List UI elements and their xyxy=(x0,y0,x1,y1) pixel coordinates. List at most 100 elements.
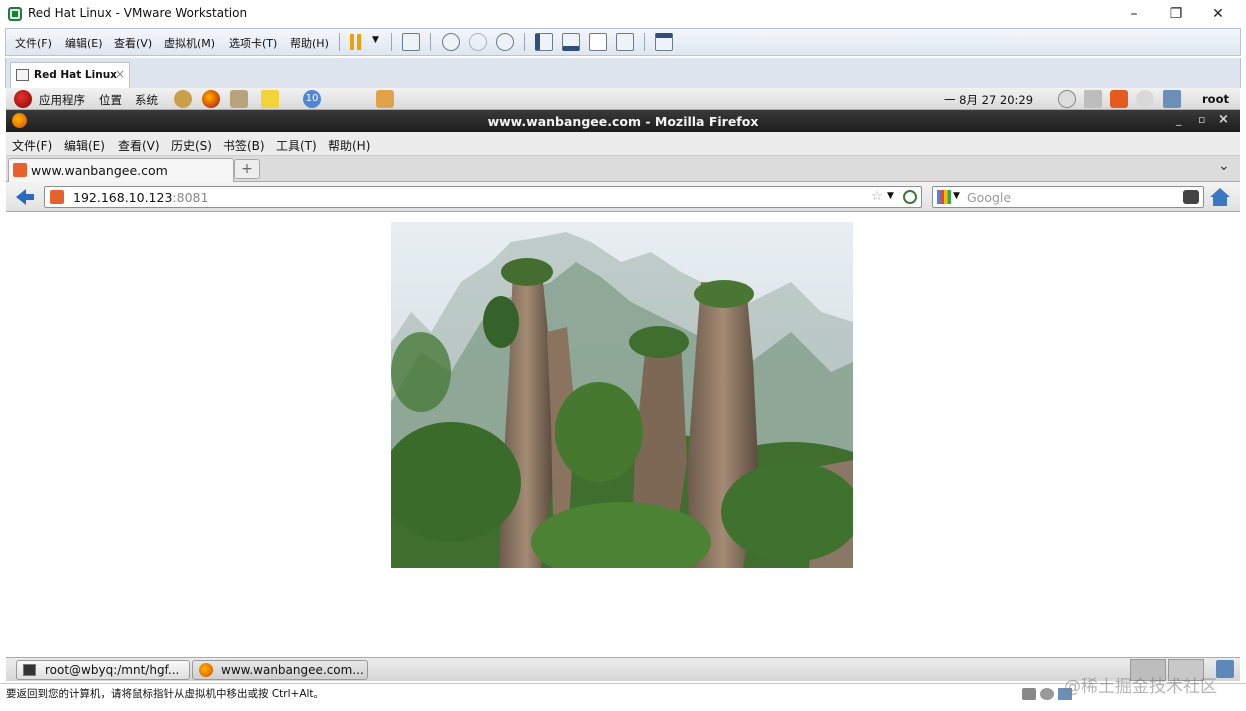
vmware-menubar: 文件(F) 编辑(E) 查看(V) 虚拟机(M) 选项卡(T) 帮助(H) ▼ xyxy=(5,28,1241,56)
power-icon[interactable] xyxy=(1058,90,1076,108)
fullscreen-icon[interactable] xyxy=(589,33,607,51)
ff-menu-file[interactable]: 文件(F) xyxy=(12,137,52,154)
url-bar[interactable]: 192.168.10.123:8081 ☆ ▼ xyxy=(44,186,922,208)
console-view-icon[interactable] xyxy=(655,33,673,51)
redhat-logo-icon xyxy=(14,90,32,108)
url-history-dropdown-icon[interactable]: ▼ xyxy=(887,191,894,201)
pause-dropdown-icon[interactable]: ▼ xyxy=(372,35,379,45)
ff-menu-tools[interactable]: 工具(T) xyxy=(276,137,317,154)
ff-menu-history[interactable]: 历史(S) xyxy=(171,137,212,154)
search-bar[interactable]: ▼ Google xyxy=(932,186,1204,208)
ff-menu-view[interactable]: 查看(V) xyxy=(118,137,160,154)
search-binoculars-icon[interactable] xyxy=(1183,190,1199,204)
gnome-menu-places[interactable]: 位置 xyxy=(99,92,122,108)
vm-menu-edit[interactable]: 编辑(E) xyxy=(65,35,103,51)
toolbar-separator xyxy=(339,33,340,51)
search-engine-dropdown-icon[interactable]: ▼ xyxy=(953,191,960,201)
reload-icon[interactable] xyxy=(903,190,917,204)
mail-launcher-icon[interactable] xyxy=(230,90,248,108)
pause-icon[interactable] xyxy=(357,34,361,50)
firefox-title-bar: www.wanbangee.com - Mozilla Firefox _ ▫ … xyxy=(6,110,1240,132)
ff-maximize-button[interactable]: ▫ xyxy=(1198,113,1205,126)
toolbar-separator xyxy=(430,33,431,51)
url-port: :8081 xyxy=(172,190,209,205)
gnome-top-panel: 应用程序 位置 系统 10 一 8月 27 20:29 root xyxy=(6,88,1240,110)
terminal-icon xyxy=(23,664,36,676)
panel-user[interactable]: root xyxy=(1202,92,1229,106)
ff-menu-help[interactable]: 帮助(H) xyxy=(328,137,370,154)
vm-menu-help[interactable]: 帮助(H) xyxy=(290,35,329,51)
page-content xyxy=(6,213,1240,657)
toolbar-separator xyxy=(524,33,525,51)
cd-device-icon[interactable] xyxy=(1040,688,1054,700)
taskbar-item-label: www.wanbangee.com... xyxy=(221,663,364,677)
minimize-button[interactable]: – xyxy=(1114,2,1154,26)
home-icon[interactable] xyxy=(1209,186,1231,208)
alert-icon[interactable] xyxy=(1110,90,1128,108)
vm-menu-view[interactable]: 查看(V) xyxy=(114,35,152,51)
vm-menu-tabs[interactable]: 选项卡(T) xyxy=(229,35,277,51)
snapshot-manager-icon[interactable] xyxy=(496,33,514,51)
gnome-menu-applications[interactable]: 应用程序 xyxy=(39,92,85,108)
search-placeholder: Google xyxy=(967,190,1012,205)
firefox-launcher-icon[interactable] xyxy=(202,90,220,108)
display-icon[interactable] xyxy=(1163,90,1181,108)
package-updater-icon[interactable] xyxy=(376,90,394,108)
ff-close-button[interactable]: × xyxy=(1218,112,1229,127)
library-icon[interactable] xyxy=(535,33,553,51)
update-badge[interactable]: 10 xyxy=(303,90,321,108)
thumbnail-bar-icon[interactable] xyxy=(562,33,580,51)
ff-menu-edit[interactable]: 编辑(E) xyxy=(64,137,105,154)
notes-launcher-icon[interactable] xyxy=(261,90,279,108)
restore-button[interactable]: ❐ xyxy=(1156,2,1196,26)
vmware-tab-strip: Red Hat Linux × xyxy=(5,58,1241,88)
pause-icon-bar xyxy=(350,34,354,50)
ff-minimize-button[interactable]: _ xyxy=(1176,113,1182,126)
status-message: 要返回到您的计算机，请将鼠标指针从虚拟机中移出或按 Ctrl+Alt。 xyxy=(6,688,325,700)
close-button[interactable]: ✕ xyxy=(1198,2,1238,26)
vm-menu-file[interactable]: 文件(F) xyxy=(15,35,52,51)
url-host: 192.168.10.123 xyxy=(73,190,173,205)
taskbar-item-firefox[interactable]: www.wanbangee.com... xyxy=(192,660,368,680)
taskbar-item-label: root@wbyq:/mnt/hgf... xyxy=(45,663,180,677)
volume-icon[interactable] xyxy=(1136,90,1154,108)
vm-tab-red-hat-linux[interactable]: Red Hat Linux × xyxy=(10,62,130,88)
back-arrow-icon[interactable] xyxy=(14,187,36,207)
snapshot-icon[interactable] xyxy=(442,33,460,51)
ff-tab-title: www.wanbangee.com xyxy=(31,163,168,178)
unity-icon[interactable] xyxy=(616,33,634,51)
gnome-menu-system[interactable]: 系统 xyxy=(135,92,158,108)
vmware-status-bar: 要返回到您的计算机，请将鼠标指针从虚拟机中移出或按 Ctrl+Alt。 @稀土掘… xyxy=(0,677,1246,711)
hdd-device-icon[interactable] xyxy=(1022,688,1036,700)
firefox-menubar: 文件(F) 编辑(E) 查看(V) 历史(S) 书签(B) 工具(T) 帮助(H… xyxy=(6,132,1240,156)
vmware-title-bar: Red Hat Linux - VMware Workstation – ❐ ✕ xyxy=(0,0,1246,28)
vm-tab-label: Red Hat Linux xyxy=(34,69,117,81)
trash-icon[interactable] xyxy=(1216,660,1234,678)
vmware-window-title: Red Hat Linux - VMware Workstation xyxy=(28,6,248,20)
revert-snapshot-icon[interactable] xyxy=(469,33,487,51)
network-icon[interactable] xyxy=(1084,90,1102,108)
firefox-nav-bar: 192.168.10.123:8081 ☆ ▼ ▼ Google xyxy=(6,182,1240,212)
firefox-window-title: www.wanbangee.com - Mozilla Firefox xyxy=(487,114,759,129)
google-search-engine-icon[interactable] xyxy=(937,190,951,204)
landscape-photo xyxy=(391,222,853,568)
watermark-text: @稀土掘金技术社区 xyxy=(1064,677,1217,697)
send-ctrl-alt-del-icon[interactable] xyxy=(402,33,420,51)
gnome-bottom-panel: root@wbyq:/mnt/hgf... www.wanbangee.com.… xyxy=(6,657,1240,681)
vm-menu-vm[interactable]: 虚拟机(M) xyxy=(164,35,215,51)
vm-tab-close-icon[interactable]: × xyxy=(115,67,125,81)
ff-menu-bookmarks[interactable]: 书签(B) xyxy=(223,137,265,154)
site-favicon-icon xyxy=(13,163,27,177)
panel-clock[interactable]: 一 8月 27 20:29 xyxy=(944,92,1033,108)
ff-tab-wanbangee[interactable]: www.wanbangee.com xyxy=(8,158,234,182)
firefox-tab-bar: www.wanbangee.com + ⌄ xyxy=(6,156,1240,182)
taskbar-item-terminal[interactable]: root@wbyq:/mnt/hgf... xyxy=(16,660,190,680)
bookmark-star-icon[interactable]: ☆ xyxy=(871,189,883,204)
toolbar-separator xyxy=(391,33,392,51)
vm-tab-icon xyxy=(16,69,29,81)
search-launcher-icon[interactable] xyxy=(174,90,192,108)
vmware-app-icon xyxy=(8,7,22,21)
url-text: 192.168.10.123:8081 xyxy=(73,190,208,205)
new-tab-button[interactable]: + xyxy=(234,159,260,179)
tab-list-button[interactable]: ⌄ xyxy=(1218,158,1230,174)
